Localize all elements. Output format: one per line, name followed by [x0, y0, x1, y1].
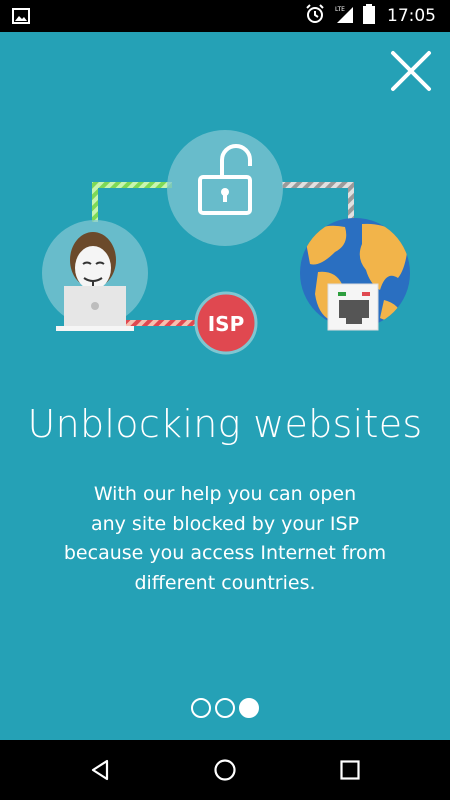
page-indicator — [0, 698, 450, 720]
unblocking-illustration: ISP — [42, 130, 410, 355]
description-line: because you access Internet from — [63, 542, 387, 564]
status-bar: LTE 17:05 — [0, 0, 450, 32]
onboarding-screen: ISP Unblocking websites With our help yo… — [0, 32, 450, 740]
ethernet-port-icon — [327, 283, 379, 331]
status-icons: LTE 17:05 — [305, 0, 436, 32]
back-button[interactable] — [88, 758, 112, 782]
description-line: With our help you can open — [93, 483, 357, 505]
home-button[interactable] — [213, 758, 237, 782]
battery-icon — [363, 4, 375, 28]
home-icon — [214, 759, 236, 781]
page-dot-3-active[interactable] — [239, 698, 259, 718]
onboarding-title: Unblocking websites — [27, 402, 423, 446]
page-dot-2[interactable] — [215, 698, 235, 718]
page-dot-1[interactable] — [191, 698, 211, 718]
back-icon — [91, 759, 109, 781]
recents-icon — [340, 760, 360, 780]
navigation-bar — [0, 740, 450, 800]
image-icon — [12, 8, 30, 28]
status-time: 17:05 — [387, 6, 436, 26]
laptop-icon — [56, 286, 134, 331]
description-line: different countries. — [134, 571, 316, 594]
network-label: LTE — [335, 6, 345, 13]
red-wire — [120, 320, 200, 326]
isp-badge: ISP — [194, 291, 258, 355]
isp-label: ISP — [208, 312, 245, 336]
recents-button[interactable] — [338, 758, 362, 782]
onboarding-description: With our help you can open any site bloc… — [40, 480, 410, 598]
description-line: any site blocked by your ISP — [90, 512, 360, 535]
lte-signal-icon: LTE — [333, 4, 355, 28]
alarm-icon — [305, 4, 325, 28]
anonymous-user-icon — [42, 220, 148, 331]
green-wire — [92, 182, 172, 222]
globe-icon — [300, 218, 410, 331]
lock-icon — [167, 130, 283, 246]
